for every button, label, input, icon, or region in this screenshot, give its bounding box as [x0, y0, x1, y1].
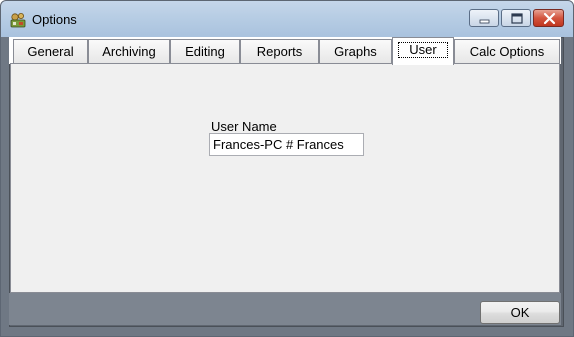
tab-user[interactable]: User [392, 37, 454, 65]
user-name-field[interactable] [209, 133, 364, 156]
minimize-button[interactable] [469, 9, 499, 27]
tab-calc-options[interactable]: Calc Options [454, 39, 560, 64]
button-bar [9, 293, 561, 325]
tab-archiving[interactable]: Archiving [88, 39, 170, 64]
tab-strip: General Archiving Editing Reports Graphs… [9, 37, 561, 65]
ok-button[interactable]: OK [480, 301, 560, 324]
tab-graphs-label: Graphs [334, 44, 377, 59]
maximize-button[interactable] [501, 9, 531, 27]
tab-editing-label: Editing [185, 44, 225, 59]
tab-calc-options-label: Calc Options [469, 44, 545, 59]
tab-reports[interactable]: Reports [240, 39, 319, 64]
user-tab-panel: User Name [10, 63, 560, 293]
tab-general-label: General [27, 44, 74, 59]
options-app-icon [10, 12, 26, 28]
title-bar[interactable]: Options [1, 1, 573, 37]
tab-user-label: User [398, 42, 448, 58]
window-title: Options [32, 12, 77, 27]
tab-graphs[interactable]: Graphs [319, 39, 392, 64]
tab-archiving-label: Archiving [102, 44, 156, 59]
user-name-label: User Name [211, 119, 277, 134]
close-button[interactable] [533, 9, 564, 27]
tab-editing[interactable]: Editing [170, 39, 240, 64]
tab-reports-label: Reports [256, 44, 303, 59]
tab-general[interactable]: General [13, 39, 88, 64]
